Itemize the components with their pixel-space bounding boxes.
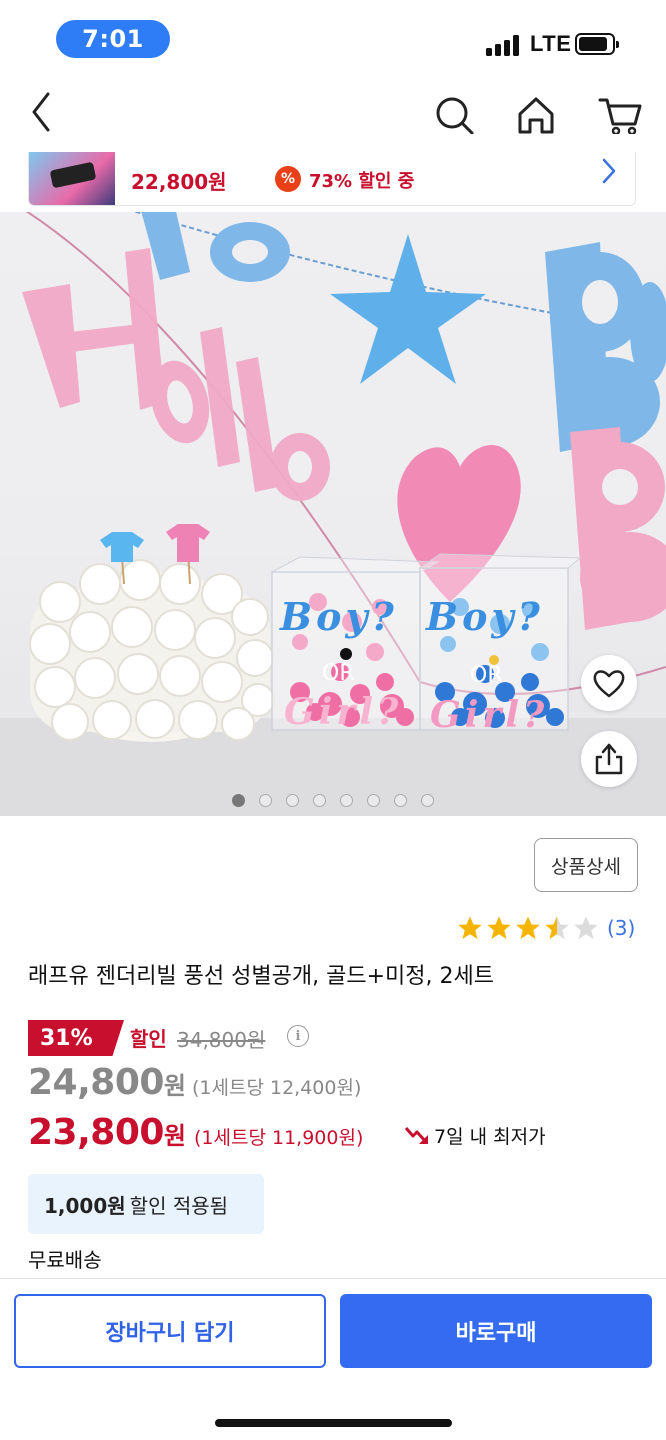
rating[interactable]: (3): [456, 914, 635, 942]
product-photo: Boy? Boy? OR OR Girl? Girl?: [0, 212, 666, 816]
shipping-info: 무료배송: [28, 1248, 102, 1272]
product-title: 래프유 젠더리빌 풍선 성별공개, 골드+미정, 2세트: [28, 964, 494, 989]
carousel-dot[interactable]: [286, 794, 299, 807]
discount-badge-icon: %: [275, 166, 301, 192]
heart-icon[interactable]: [581, 655, 637, 711]
home-icon[interactable]: [512, 86, 560, 134]
product-detail-button[interactable]: 상품상세: [534, 838, 638, 892]
box-text-girl-left: Girl?: [284, 691, 402, 733]
final-unit-price: (1세트당 11,900원): [194, 1127, 364, 1149]
final-price-currency: 원: [163, 1122, 187, 1150]
info-icon[interactable]: i: [287, 1025, 309, 1047]
final-price: 23,800 원 (1세트당 11,900원): [28, 1112, 363, 1153]
star-half-icon: [545, 916, 569, 940]
carousel-dot[interactable]: [421, 794, 434, 807]
carousel-dot[interactable]: [394, 794, 407, 807]
status-time: 7:01: [56, 20, 170, 58]
network-label: LTE: [530, 31, 572, 56]
box-text-girl-right: Girl?: [430, 694, 548, 736]
star-empty-icon: [574, 916, 598, 940]
box-text-boy-right: Boy?: [425, 594, 544, 639]
final-price-number: 23,800: [28, 1112, 164, 1153]
box-text-boy-left: Boy?: [279, 594, 398, 639]
carousel-dot[interactable]: [313, 794, 326, 807]
back-icon[interactable]: [18, 86, 66, 134]
bottom-action-bar: 장바구니 담기 바로구매: [0, 1278, 666, 1440]
sale-price-currency: 원: [163, 1072, 187, 1100]
lowest-price-indicator: 7일 내 최저가: [404, 1122, 546, 1149]
carousel-dot[interactable]: [340, 794, 353, 807]
add-to-cart-button[interactable]: 장바구니 담기: [14, 1294, 326, 1368]
sale-price: 24,800원 (1세트당 12,400원): [28, 1062, 361, 1103]
discount-rate-badge: 31%: [28, 1020, 124, 1056]
carousel-dot[interactable]: [367, 794, 380, 807]
star-full-icon: [516, 916, 540, 940]
product-image-carousel[interactable]: Boy? Boy? OR OR Girl? Girl?: [0, 212, 666, 816]
status-bar: 7:01 LTE: [0, 0, 666, 80]
battery-icon: [575, 33, 619, 55]
related-product-banner[interactable]: 22,800원 % 73% 할인 중: [28, 152, 636, 206]
review-count[interactable]: (3): [607, 916, 635, 940]
star-full-icon: [487, 916, 511, 940]
sale-unit-price: (1세트당 12,400원): [192, 1077, 362, 1099]
lowest-price-label: 7일 내 최저가: [434, 1126, 546, 1148]
carousel-dot[interactable]: [232, 794, 245, 807]
box-text-or-left: OR: [322, 661, 355, 686]
chevron-right-icon: [602, 158, 616, 184]
nav-bar: [0, 86, 666, 148]
home-indicator: [215, 1419, 452, 1427]
related-product-price: 22,800원: [131, 170, 227, 194]
share-icon[interactable]: [581, 731, 637, 787]
buy-now-button[interactable]: 바로구매: [340, 1294, 652, 1368]
star-full-icon: [458, 916, 482, 940]
trend-down-icon: [404, 1126, 428, 1144]
cart-icon[interactable]: [596, 86, 644, 136]
discount-label: 할인: [130, 1027, 167, 1051]
signal-icon: [486, 34, 522, 56]
coupon-applied-box: 1,000원 할인 적용됨: [28, 1174, 264, 1234]
coupon-amount: 1,000원: [44, 1193, 126, 1218]
carousel-pagination: [0, 794, 666, 810]
search-icon[interactable]: [430, 86, 478, 135]
coupon-text: 할인 적용됨: [129, 1193, 229, 1218]
original-price: 34,800원: [177, 1028, 266, 1052]
sale-price-number: 24,800: [28, 1062, 164, 1103]
related-product-discount: 73% 할인 중: [309, 171, 415, 192]
carousel-dot[interactable]: [259, 794, 272, 807]
box-text-or-right: OR: [470, 663, 503, 688]
related-product-thumbnail: [29, 152, 115, 205]
